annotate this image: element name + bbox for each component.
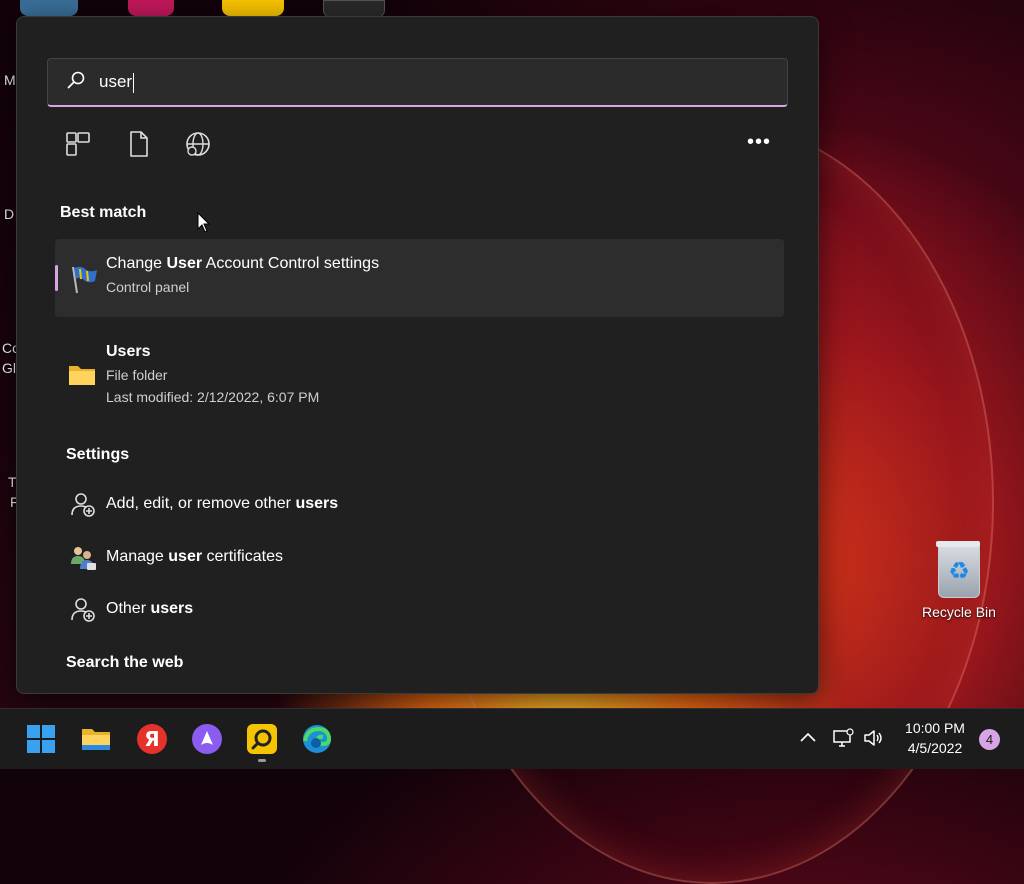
desktop-label-partial[interactable]: Gl: [2, 360, 16, 376]
yandex-browser-icon[interactable]: Я: [136, 723, 168, 755]
search-query-text: user: [99, 72, 135, 93]
recycle-bin-label: Recycle Bin: [922, 604, 996, 620]
alice-icon[interactable]: [191, 723, 223, 755]
documents-filter-icon[interactable]: [123, 129, 153, 159]
volume-icon[interactable]: [862, 727, 884, 749]
search-panel: user ••• Best match Change User Account …: [16, 16, 819, 694]
more-options-button[interactable]: •••: [747, 129, 771, 159]
user-add-icon: [71, 493, 95, 517]
mouse-cursor-icon: [197, 212, 211, 233]
file-explorer-icon[interactable]: [80, 723, 112, 755]
running-indicator: [258, 759, 266, 762]
desktop-icon-partial[interactable]: [20, 0, 78, 16]
clock[interactable]: 10:00 PM 4/5/2022: [894, 718, 976, 758]
start-icon[interactable]: [25, 723, 57, 755]
settings-item-other-users[interactable]: Other users: [55, 592, 784, 628]
uac-flag-icon: [72, 266, 97, 294]
notification-badge[interactable]: 4: [979, 729, 1000, 750]
clock-date: 4/5/2022: [907, 740, 963, 756]
selection-accent: [55, 265, 58, 291]
best-match-title: Change User Account Control settings: [106, 255, 380, 272]
search-web-heading: Search the web: [66, 654, 184, 671]
lightshot-icon[interactable]: [246, 723, 278, 755]
edge-icon[interactable]: [301, 723, 333, 755]
settings-heading: Settings: [66, 446, 130, 463]
web-filter-icon[interactable]: [183, 129, 213, 159]
desktop-icon-partial[interactable]: [128, 0, 174, 16]
settings-item-label: Add, edit, or remove other users: [106, 495, 339, 512]
search-input[interactable]: user: [47, 58, 788, 107]
desktop-label-partial[interactable]: M: [4, 72, 16, 88]
clock-time: 10:00 PM: [905, 720, 965, 736]
chevron-up-icon[interactable]: [797, 727, 819, 749]
users-folder-title: Users: [106, 343, 151, 360]
taskbar: Я 10:00 PM 4/5/2022 4: [0, 708, 1024, 769]
settings-item-label: Manage user certificates: [106, 548, 283, 565]
svg-text:Я: Я: [144, 727, 159, 751]
best-match-heading: Best match: [60, 204, 147, 221]
best-match-result[interactable]: Change User Account Control settings Con…: [55, 239, 784, 317]
settings-item-user-certificates[interactable]: Manage user certificates: [55, 540, 784, 576]
users-folder-type: File folder: [106, 367, 168, 383]
recycle-bin[interactable]: ♻ Recycle Bin: [916, 540, 1002, 620]
desktop-label-partial[interactable]: D: [4, 206, 14, 222]
folder-icon: [69, 366, 95, 385]
users-folder-modified: Last modified: 2/12/2022, 6:07 PM: [106, 389, 320, 405]
apps-filter-icon[interactable]: [63, 129, 93, 159]
user-certificates-icon: [71, 547, 96, 570]
best-match-subtitle: Control panel: [106, 279, 190, 295]
users-folder-result[interactable]: Users File folder Last modified: 2/12/20…: [55, 335, 784, 413]
desktop-icon-partial[interactable]: [222, 0, 284, 16]
network-icon[interactable]: [832, 727, 854, 749]
recycle-bin-icon: ♻: [936, 541, 980, 598]
settings-item-add-users[interactable]: Add, edit, or remove other users: [55, 487, 784, 523]
search-icon: [67, 71, 85, 89]
settings-item-label: Other users: [106, 600, 194, 617]
text-caret: [133, 72, 135, 93]
user-add-icon: [71, 598, 95, 622]
